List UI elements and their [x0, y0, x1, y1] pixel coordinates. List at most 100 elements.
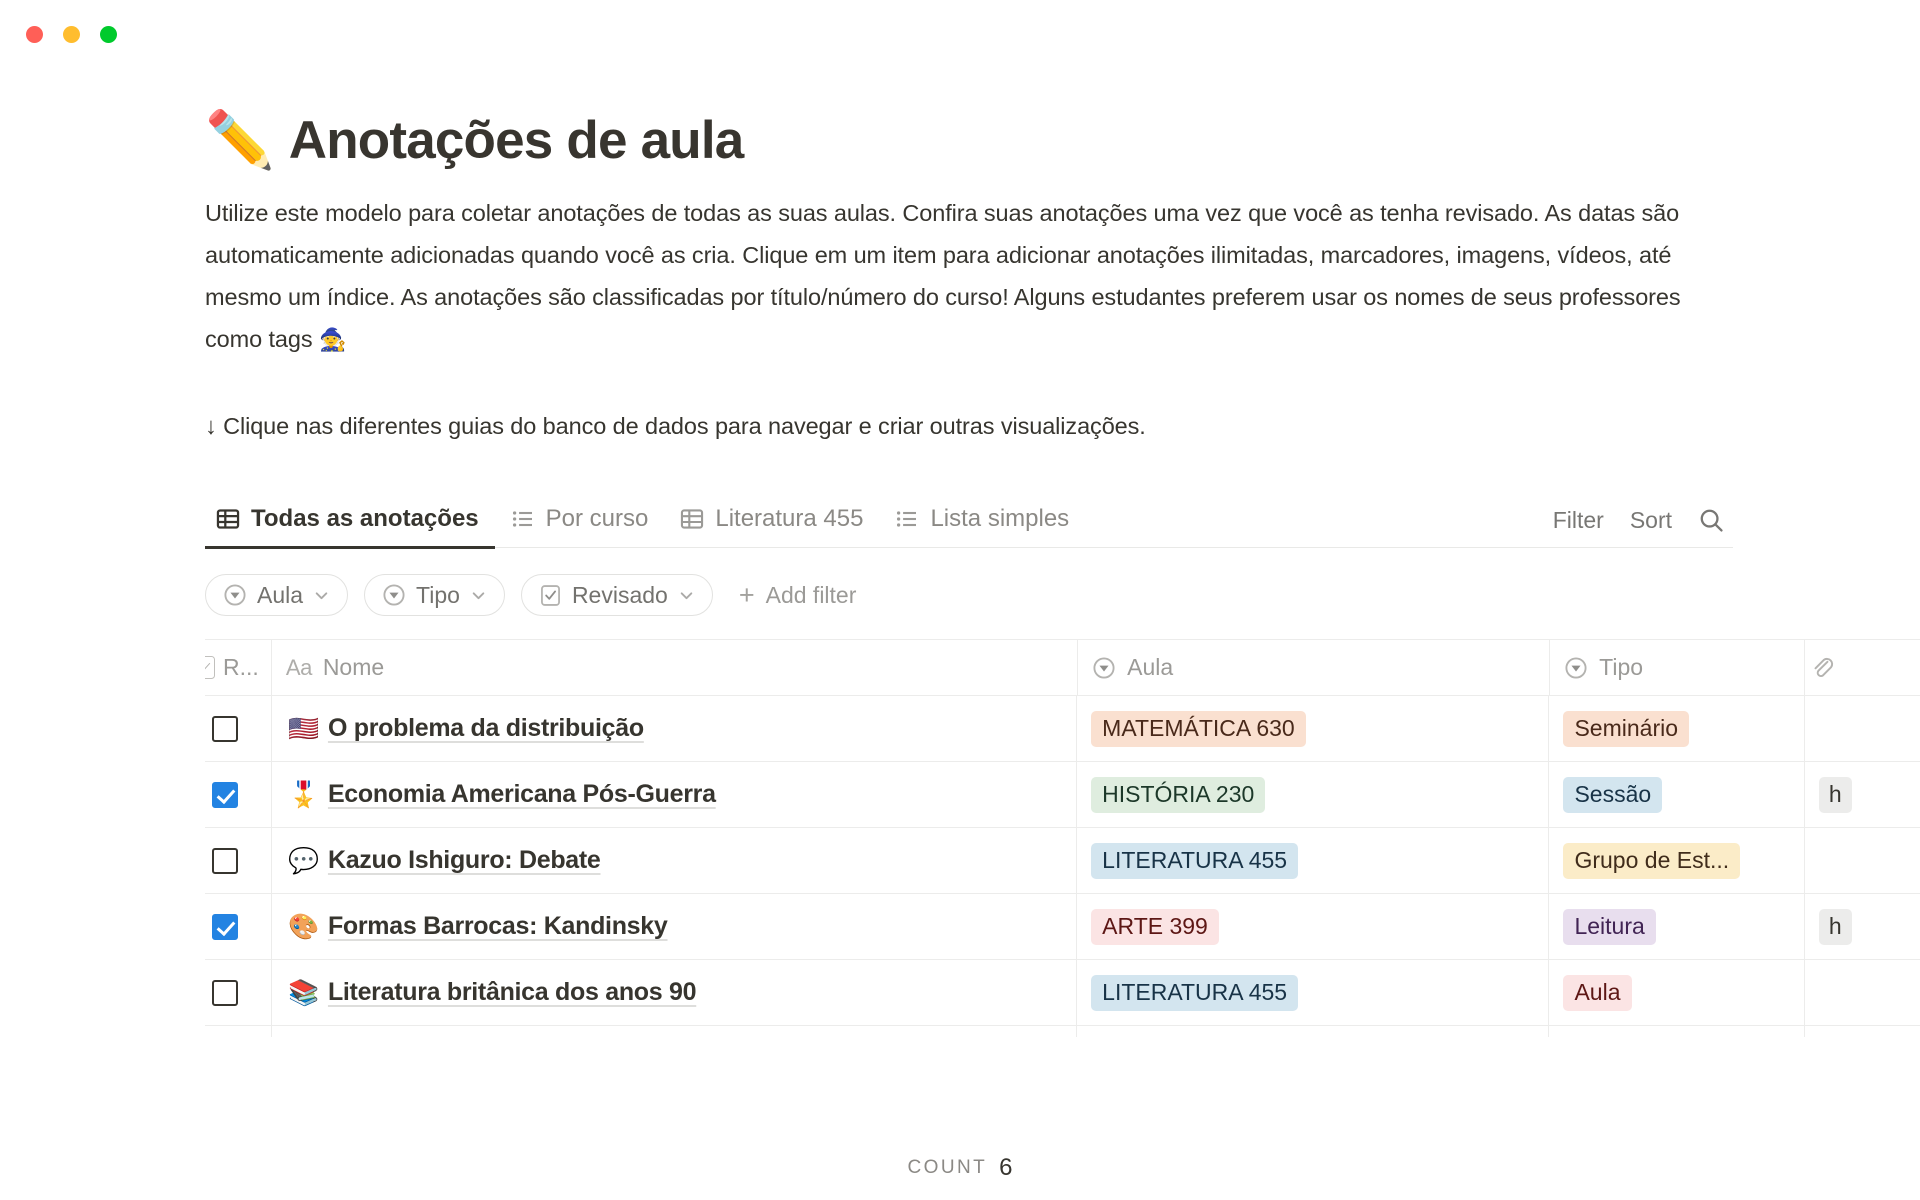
- row-title-link[interactable]: O problema da distribuição: [328, 714, 644, 743]
- table-row[interactable]: 🎖️ Economia Americana Pós-Guerra HISTÓRI…: [205, 762, 1920, 829]
- row-arquivo-cell[interactable]: [1805, 960, 1920, 1025]
- tab-label: Todas as anotações: [251, 505, 479, 533]
- filter-chip-label: Aula: [257, 581, 304, 608]
- row-title-link[interactable]: Literatura britânica dos anos 90: [328, 978, 697, 1007]
- column-header-nome[interactable]: Aa Nome: [272, 640, 1079, 696]
- filter-chip-label: Revisado: [571, 581, 668, 608]
- table-header-row: R... Aa Nome Aula Tipo: [205, 640, 1920, 697]
- row-emoji-icon: 🎖️: [287, 780, 320, 810]
- database-table: R... Aa Nome Aula Tipo 🇺🇸 O problema da …: [205, 639, 1920, 1038]
- row-tipo-cell[interactable]: Aula: [1549, 960, 1805, 1026]
- sort-button[interactable]: Sort: [1630, 507, 1672, 534]
- table-row[interactable]: 🤖 Ciências da Computação 104: Aula 5 Ciê…: [205, 1026, 1920, 1038]
- tab-label: Por curso: [545, 505, 649, 533]
- paperclip-icon: [1809, 655, 1835, 681]
- page-title[interactable]: Anotações de aula: [289, 111, 745, 170]
- row-aula-cell[interactable]: ARTE 399: [1077, 894, 1550, 960]
- row-checkbox-cell: [205, 828, 272, 894]
- tab-label: Literatura 455: [715, 505, 864, 533]
- pencil-icon: ✏️: [205, 108, 275, 174]
- row-aula-cell[interactable]: Ciências da Computação 104: [1077, 1026, 1550, 1038]
- filter-chip-label: Tipo: [416, 581, 460, 608]
- row-tipo-cell[interactable]: Aula: [1549, 1026, 1805, 1038]
- chevron-down-icon: [313, 587, 330, 604]
- revisado-checkbox[interactable]: [212, 781, 239, 808]
- revisado-checkbox[interactable]: [212, 913, 239, 940]
- select-property-icon: [382, 583, 406, 607]
- aula-tag: MATEMÁTICA 630: [1091, 710, 1306, 747]
- add-filter-button[interactable]: + Add filter: [739, 581, 857, 609]
- count-label: COUNT: [907, 1157, 988, 1178]
- filter-chip-tipo[interactable]: Tipo: [364, 574, 505, 617]
- row-arquivo-cell[interactable]: h: [1805, 762, 1920, 827]
- row-arquivo-cell[interactable]: [1805, 696, 1920, 761]
- search-icon[interactable]: [1698, 507, 1725, 534]
- row-arquivo-cell[interactable]: [1805, 828, 1920, 893]
- database-table-scroll[interactable]: R... Aa Nome Aula Tipo 🇺🇸 O problema da …: [205, 617, 1920, 1038]
- row-emoji-icon: 💬: [287, 846, 320, 876]
- tipo-tag: Sessão: [1563, 776, 1663, 813]
- column-header-label: R...: [223, 654, 259, 681]
- column-header-label: Aula: [1127, 654, 1174, 681]
- mage-icon: 🧙: [318, 328, 347, 354]
- row-aula-cell[interactable]: LITERATURA 455: [1077, 828, 1550, 894]
- row-tipo-cell[interactable]: Sessão: [1549, 762, 1805, 828]
- revisado-checkbox[interactable]: [212, 847, 239, 874]
- filter-chip-aula[interactable]: Aula: [205, 574, 349, 617]
- table-row[interactable]: 🇺🇸 O problema da distribuição MATEMÁTICA…: [205, 696, 1920, 763]
- title-aa-icon: Aa: [285, 654, 312, 680]
- add-filter-label: Add filter: [765, 581, 857, 608]
- filter-button[interactable]: Filter: [1553, 507, 1604, 534]
- row-tipo-cell[interactable]: Leitura: [1549, 894, 1805, 960]
- filter-chip-row: Aula Tipo Revisado + Add filter: [205, 573, 1735, 617]
- tipo-tag: Leitura: [1563, 908, 1656, 945]
- row-tipo-cell[interactable]: Grupo de Est...: [1549, 828, 1805, 894]
- row-name-cell: 🎖️ Economia Americana Pós-Guerra: [272, 762, 1078, 828]
- app-window: ✏️ Anotações de aula Utilize este modelo…: [0, 0, 1920, 1200]
- page-header: ✏️ Anotações de aula: [205, 108, 1735, 174]
- row-title-link[interactable]: Economia Americana Pós-Guerra: [328, 780, 716, 809]
- select-property-icon: [1564, 656, 1588, 680]
- row-checkbox-cell: [205, 1026, 272, 1038]
- aula-tag: LITERATURA 455: [1091, 974, 1299, 1011]
- column-header-revisado[interactable]: R...: [205, 640, 272, 696]
- table-row[interactable]: 💬 Kazuo Ishiguro: Debate LITERATURA 455 …: [205, 828, 1920, 895]
- column-header-arquivo[interactable]: [1805, 640, 1920, 695]
- table-row[interactable]: 📚 Literatura britânica dos anos 90 LITER…: [205, 960, 1920, 1027]
- page-description[interactable]: Utilize este modelo para coletar anotaçõ…: [205, 192, 1695, 362]
- column-header-aula[interactable]: Aula: [1078, 640, 1551, 696]
- chevron-down-icon: [678, 587, 695, 604]
- row-arquivo-cell[interactable]: h: [1805, 894, 1920, 959]
- page-hint-text[interactable]: ↓ Clique nas diferentes guias do banco d…: [205, 406, 1735, 446]
- maximize-window-button[interactable]: [100, 26, 117, 43]
- tab-label: Lista simples: [930, 505, 1070, 533]
- tab-lista-simples[interactable]: Lista simples: [879, 491, 1085, 547]
- tipo-tag: Seminário: [1563, 710, 1690, 747]
- table-icon: [680, 507, 704, 531]
- filter-chip-revisado[interactable]: Revisado: [520, 574, 713, 617]
- page-content: ✏️ Anotações de aula Utilize este modelo…: [205, 108, 1920, 1038]
- row-tipo-cell[interactable]: Seminário: [1549, 696, 1805, 762]
- close-window-button[interactable]: [26, 26, 43, 43]
- list-icon: [895, 507, 919, 531]
- row-arquivo-cell[interactable]: h: [1805, 1026, 1920, 1037]
- minimize-window-button[interactable]: [63, 26, 80, 43]
- tab-literatura-455[interactable]: Literatura 455: [664, 491, 879, 547]
- table-row[interactable]: 🎨 Formas Barrocas: Kandinsky ARTE 399 Le…: [205, 894, 1920, 961]
- tab-todas-as-anotacoes[interactable]: Todas as anotações: [205, 491, 495, 549]
- database-view-bar: Todas as anotações Por curso Literatura …: [205, 491, 1733, 549]
- revisado-checkbox[interactable]: [212, 715, 239, 742]
- revisado-checkbox[interactable]: [212, 979, 239, 1006]
- row-title-link[interactable]: Kazuo Ishiguro: Debate: [328, 846, 601, 875]
- row-name-cell: 💬 Kazuo Ishiguro: Debate: [272, 828, 1078, 894]
- aula-tag: LITERATURA 455: [1091, 842, 1299, 879]
- tab-por-curso[interactable]: Por curso: [495, 491, 665, 547]
- checkbox-property-icon: [205, 656, 216, 680]
- row-title-link[interactable]: Formas Barrocas: Kandinsky: [328, 912, 668, 941]
- row-aula-cell[interactable]: HISTÓRIA 230: [1077, 762, 1550, 828]
- row-checkbox-cell: [205, 696, 272, 762]
- column-header-tipo[interactable]: Tipo: [1550, 640, 1806, 696]
- row-aula-cell[interactable]: LITERATURA 455: [1077, 960, 1550, 1026]
- row-aula-cell[interactable]: MATEMÁTICA 630: [1077, 696, 1550, 762]
- select-property-icon: [1092, 656, 1116, 680]
